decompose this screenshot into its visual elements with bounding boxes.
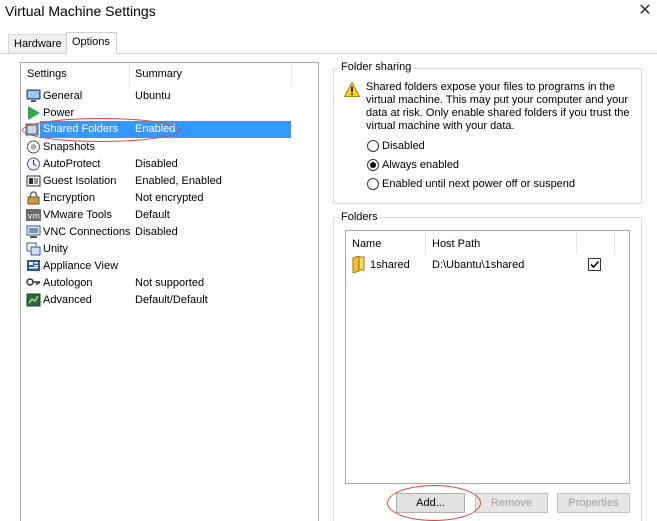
tab-hardware[interactable]: Hardware xyxy=(8,34,67,53)
host-path-column-header[interactable]: Host Path xyxy=(432,238,480,250)
folder-sharing-warning: Shared folders expose your files to prog… xyxy=(366,81,630,132)
folder-host-path: D:\Ubantu\1shared xyxy=(432,259,525,271)
settings-item-summary: Not supported xyxy=(135,277,205,289)
tab-options[interactable]: Options xyxy=(66,32,117,54)
settings-item-label: Snapshots xyxy=(43,141,95,153)
settings-item-summary: Default/Default xyxy=(135,294,208,306)
settings-item-label: Guest Isolation xyxy=(43,175,117,187)
folder-icon xyxy=(352,256,365,273)
settings-item-appliance-view[interactable]: Appliance View xyxy=(22,258,292,275)
column-divider xyxy=(614,232,615,254)
radio-circle xyxy=(367,140,379,152)
settings-item-unity[interactable]: Unity xyxy=(22,241,292,258)
appliance-icon xyxy=(27,260,40,271)
isolation-icon xyxy=(26,175,41,187)
settings-column-header[interactable]: Settings xyxy=(27,68,67,80)
settings-item-summary: Not encrypted xyxy=(135,192,204,204)
lock-icon xyxy=(27,191,40,205)
radio-label: Always enabled xyxy=(382,159,460,171)
settings-item-summary: Disabled xyxy=(135,226,178,238)
settings-item-encryption[interactable]: Encryption Not encrypted xyxy=(22,190,292,207)
radio-enabled-until-power-off[interactable]: Enabled until next power off or suspend xyxy=(367,177,637,192)
folder-enabled-checkbox[interactable] xyxy=(588,258,601,271)
checkmark-icon xyxy=(590,260,600,269)
radio-selected-dot xyxy=(370,162,376,168)
unity-icon xyxy=(26,242,41,256)
close-icon[interactable]: ✕ xyxy=(636,0,654,22)
radio-disabled[interactable]: Disabled xyxy=(367,139,637,154)
advanced-icon xyxy=(26,293,41,307)
monitor-icon xyxy=(26,89,41,102)
warning-icon xyxy=(344,82,360,97)
settings-item-power[interactable]: Power xyxy=(22,105,292,122)
settings-item-summary: Enabled xyxy=(135,123,176,135)
settings-item-label: AutoProtect xyxy=(43,158,101,170)
settings-item-label: VNC Connections xyxy=(43,226,131,238)
radio-always-enabled[interactable]: Always enabled xyxy=(367,158,637,173)
settings-item-label: Autologon xyxy=(43,277,93,289)
settings-item-label: Appliance View xyxy=(43,260,119,272)
key-icon xyxy=(26,278,40,286)
settings-item-label: Shared Folders xyxy=(43,123,119,135)
svg-text:vm: vm xyxy=(28,212,41,221)
vnc-icon xyxy=(26,225,41,238)
vm-icon: vm xyxy=(26,209,41,221)
window-title: Virtual Machine Settings xyxy=(5,3,156,19)
column-divider xyxy=(129,64,130,86)
settings-item-autoprotect[interactable]: AutoProtect Disabled xyxy=(22,156,292,173)
radio-label: Disabled xyxy=(382,140,425,152)
settings-item-advanced[interactable]: Advanced Default/Default xyxy=(22,292,292,309)
settings-item-vnc-connections[interactable]: VNC Connections Disabled xyxy=(22,224,292,241)
table-row[interactable]: 1shared D:\Ubantu\1shared xyxy=(347,256,628,274)
folder-name: 1shared xyxy=(370,259,410,271)
settings-item-label: VMware Tools xyxy=(43,209,112,221)
settings-item-snapshots[interactable]: Snapshots xyxy=(22,139,292,156)
settings-item-label: Unity xyxy=(43,243,69,255)
settings-item-general[interactable]: General Ubuntu xyxy=(22,88,292,105)
radio-circle xyxy=(367,159,379,171)
shared-folder-icon xyxy=(25,123,39,136)
settings-item-summary: Ubuntu xyxy=(135,90,171,102)
properties-button[interactable]: Properties xyxy=(557,493,630,513)
radio-circle xyxy=(367,178,379,190)
remove-button[interactable]: Remove xyxy=(475,493,548,513)
folders-title: Folders xyxy=(339,211,380,223)
play-icon xyxy=(28,106,40,120)
settings-item-guest-isolation[interactable]: Guest Isolation Enabled, Enabled xyxy=(22,173,292,190)
settings-item-summary: Disabled xyxy=(135,158,178,170)
add-button[interactable]: Add... xyxy=(396,493,465,513)
settings-item-autologon[interactable]: Autologon Not supported xyxy=(22,275,292,292)
name-column-header[interactable]: Name xyxy=(352,238,381,250)
settings-item-label: Encryption xyxy=(43,192,95,204)
settings-item-shared-folders[interactable]: Shared Folders Enabled xyxy=(25,121,291,138)
settings-item-summary: Default xyxy=(135,209,170,221)
column-divider xyxy=(291,64,292,86)
settings-item-summary: Enabled, Enabled xyxy=(135,175,222,187)
settings-item-label: General xyxy=(43,90,83,102)
settings-item-vmware-tools[interactable]: vm VMware Tools Default xyxy=(22,207,292,224)
radio-label: Enabled until next power off or suspend xyxy=(382,178,576,190)
column-divider xyxy=(425,232,426,254)
folder-sharing-title: Folder sharing xyxy=(339,61,414,73)
autoprotect-icon xyxy=(27,157,40,171)
settings-item-label: Advanced xyxy=(43,294,92,306)
summary-column-header[interactable]: Summary xyxy=(135,68,182,80)
settings-item-label: Power xyxy=(43,107,75,119)
column-divider xyxy=(576,232,577,254)
snapshot-icon xyxy=(27,140,40,154)
